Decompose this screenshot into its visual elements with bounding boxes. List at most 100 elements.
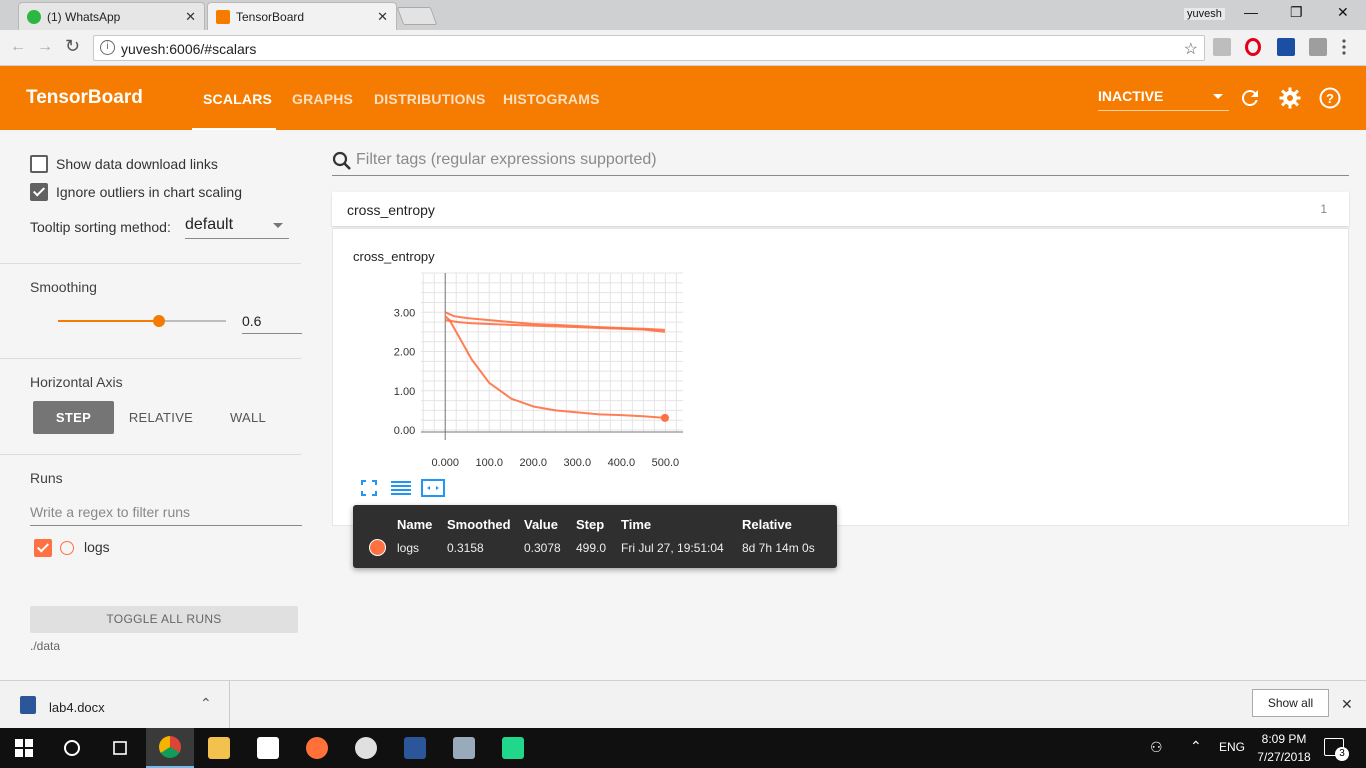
- zotero-extension-icon[interactable]: [1277, 38, 1295, 56]
- axis-wall-button[interactable]: WALL: [212, 401, 284, 434]
- smoothing-slider[interactable]: [58, 315, 226, 327]
- tab-distributions[interactable]: DISTRIBUTIONS: [374, 91, 486, 107]
- smoothing-heading: Smoothing: [30, 279, 97, 295]
- run-color-dot: [369, 539, 386, 556]
- people-icon[interactable]: ⚇: [1150, 739, 1163, 756]
- taskbar-system-app[interactable]: [440, 728, 488, 768]
- monitor-icon: [453, 737, 475, 759]
- dropdown-caret-icon: [1213, 94, 1223, 99]
- reload-icon[interactable]: ↻: [65, 36, 80, 57]
- taskbar-word[interactable]: [391, 728, 439, 768]
- tab-histograms[interactable]: HISTOGRAMS: [503, 91, 600, 107]
- smoothing-value: 0.6: [242, 313, 262, 329]
- clock-time[interactable]: 8:09 PM: [1258, 732, 1310, 746]
- run-status-select[interactable]: INACTIVE: [1098, 88, 1229, 111]
- tooltip-run-name: logs: [397, 541, 420, 555]
- window-user-label: yuvesh: [1184, 8, 1225, 20]
- new-tab-button[interactable]: [396, 7, 438, 25]
- taskbar-pycharm[interactable]: [489, 728, 537, 768]
- address-bar[interactable]: i yuvesh:6006/#scalars ☆: [93, 35, 1205, 61]
- refresh-icon[interactable]: [1238, 86, 1262, 110]
- smoothing-value-input[interactable]: 0.6: [242, 310, 302, 334]
- cortana-search-button[interactable]: [48, 728, 96, 768]
- taskbar-store[interactable]: [244, 728, 292, 768]
- whatsapp-icon: [27, 9, 41, 24]
- tab-whatsapp[interactable]: (1) WhatsApp ✕: [18, 2, 205, 30]
- pycharm-icon: [502, 737, 524, 759]
- tag-group-count: 1: [1320, 202, 1327, 216]
- tooltip-raw-value: 0.3078: [524, 541, 561, 555]
- language-indicator[interactable]: ENG: [1219, 740, 1245, 754]
- settings-gear-icon[interactable]: [1278, 86, 1302, 110]
- taskbar-chrome[interactable]: [146, 728, 194, 768]
- task-view-button[interactable]: [96, 728, 144, 768]
- divider: [0, 454, 301, 455]
- taskbar-firefox[interactable]: [293, 728, 341, 768]
- tooltip-sorting-select[interactable]: default: [185, 214, 289, 239]
- smoothing-slider-knob[interactable]: [152, 315, 165, 327]
- runs-heading: Runs: [30, 470, 63, 486]
- tab-tensorboard[interactable]: TensorBoard ✕: [207, 2, 397, 30]
- start-button[interactable]: [0, 728, 48, 768]
- download-item[interactable]: lab4.docx ⌃: [0, 681, 230, 728]
- tensorboard-header: TensorBoard SCALARS GRAPHS DISTRIBUTIONS…: [0, 66, 1366, 130]
- tag-group-header[interactable]: cross_entropy 1: [332, 192, 1349, 226]
- chart-title: cross_entropy: [353, 249, 435, 264]
- back-arrow-icon[interactable]: ←: [10, 38, 26, 56]
- close-tab-icon[interactable]: ✕: [377, 9, 388, 25]
- close-download-bar-icon[interactable]: ✕: [1341, 696, 1353, 713]
- taskbar-file-explorer[interactable]: [195, 728, 243, 768]
- tag-filter-input[interactable]: Filter tags (regular expressions support…: [332, 146, 1349, 176]
- tensorboard-favicon-icon: [216, 9, 230, 24]
- pdf-extension-icon[interactable]: [1213, 38, 1231, 56]
- tooltip-time-value: Fri Jul 27, 19:51:04: [621, 541, 724, 555]
- bookmark-star-icon[interactable]: ☆: [1184, 39, 1198, 59]
- clock-date[interactable]: 7/27/2018: [1254, 750, 1314, 764]
- tab-scalars[interactable]: SCALARS: [203, 91, 272, 107]
- browser-tabstrip: (1) WhatsApp ✕ TensorBoard ✕ yuvesh — ❐ …: [0, 0, 1366, 30]
- taskbar-paint[interactable]: [342, 728, 390, 768]
- menu-kebab-icon[interactable]: [1342, 38, 1346, 56]
- divider: [0, 358, 301, 359]
- runs-filter-input[interactable]: Write a regex to filter runs: [30, 502, 302, 526]
- axis-step-button[interactable]: STEP: [33, 401, 114, 434]
- chevron-up-icon[interactable]: ⌃: [200, 695, 212, 712]
- tab-graphs[interactable]: GRAPHS: [292, 91, 353, 107]
- help-icon[interactable]: ?: [1318, 86, 1342, 110]
- chrome-icon: [159, 736, 181, 758]
- axis-relative-button[interactable]: RELATIVE: [122, 401, 200, 434]
- browser-toolbar: ← → ↻ i yuvesh:6006/#scalars ☆: [0, 30, 1366, 66]
- tab-label: TensorBoard: [236, 9, 305, 24]
- run-logs-checkbox[interactable]: [34, 539, 52, 557]
- scalar-chart[interactable]: 0.000 100.0 200.0 300.0 400.0 500.0 0.00 1.00 2.…: [353, 266, 713, 496]
- dropdown-caret-icon: [273, 223, 283, 228]
- toggle-all-runs-button[interactable]: TOGGLE ALL RUNS: [30, 606, 298, 633]
- fit-domain-icon[interactable]: [361, 480, 377, 499]
- tray-overflow-chevron-icon[interactable]: ⌃: [1190, 738, 1202, 755]
- show-all-downloads-button[interactable]: Show all: [1252, 689, 1329, 717]
- close-tab-icon[interactable]: ✕: [185, 9, 196, 25]
- toggle-log-scale-icon[interactable]: [391, 480, 411, 499]
- show-download-links-checkbox[interactable]: [30, 155, 48, 173]
- app-title: TensorBoard: [26, 87, 143, 108]
- horizontal-axis-heading: Horizontal Axis: [30, 374, 123, 390]
- firefox-icon: [306, 737, 328, 759]
- show-download-links-label: Show data download links: [56, 156, 218, 172]
- tooltip-header-time: Time: [621, 517, 652, 532]
- close-window-icon[interactable]: ✕: [1337, 4, 1349, 21]
- minimize-icon[interactable]: —: [1244, 4, 1258, 20]
- smoothing-slider-fill: [58, 320, 159, 322]
- ignore-outliers-checkbox[interactable]: [30, 183, 48, 201]
- opera-extension-icon[interactable]: [1245, 38, 1261, 56]
- paint-icon: [355, 737, 377, 759]
- forward-arrow-icon[interactable]: →: [37, 38, 53, 56]
- y-tick-label: 3.00: [394, 307, 415, 319]
- ignore-outliers-label: Ignore outliers in chart scaling: [56, 184, 242, 200]
- y-tick-label: 1.00: [394, 386, 415, 398]
- url-text[interactable]: yuvesh:6006/#scalars: [121, 41, 256, 57]
- site-info-icon[interactable]: i: [100, 40, 115, 55]
- maximize-icon[interactable]: ❐: [1290, 4, 1303, 21]
- chart-card: cross_entropy 0.000 100.0 200.0 300.0 400.0 5…: [332, 228, 1349, 526]
- profile-extension-icon[interactable]: [1309, 38, 1327, 56]
- zoom-reset-icon[interactable]: [421, 479, 445, 500]
